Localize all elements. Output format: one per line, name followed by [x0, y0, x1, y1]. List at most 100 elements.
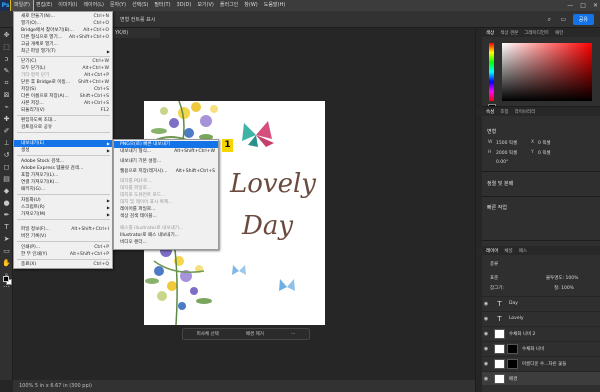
menu-item-import[interactable]: 가져오기(M) ▶ [14, 211, 112, 218]
menu-select[interactable]: 선택(S) [129, 0, 151, 11]
eye-icon[interactable]: ◉ [482, 301, 490, 307]
menu-item-new[interactable]: 새로 만들기(N)... Ctrl+N [14, 13, 112, 20]
menu-filter[interactable]: 필터(T) [151, 0, 173, 11]
stamp-tool-icon[interactable]: ⊥ [2, 139, 11, 148]
menu-item-exit[interactable]: 종료(X) Ctrl+Q [14, 261, 112, 268]
tab-patterns[interactable]: 패턴 [555, 30, 563, 36]
x-value[interactable]: 0 픽셀 [538, 140, 551, 146]
menu-item-invite-to-edit[interactable]: 편집하도록 초대... [14, 117, 112, 124]
menu-image[interactable]: 이미지(I) [55, 0, 80, 11]
angle-value[interactable]: 0.00° [496, 160, 508, 165]
tab-libraries[interactable]: 라이브러리 [515, 109, 536, 115]
menu-item-close-all[interactable]: 모두 닫기(L) Alt+Ctrl+W [14, 65, 112, 72]
menu-plugins[interactable]: 플러그인 [217, 0, 241, 11]
fill-field[interactable]: 칠: 100% [554, 285, 574, 291]
width-value[interactable]: 1500 픽셀 [496, 140, 517, 146]
menu-item-revert[interactable]: 되돌리기(V) F12 [14, 107, 112, 114]
menu-item-open-as[interactable]: 다른 형식으로 열기... Alt+Shift+Ctrl+O [14, 34, 112, 41]
menu-item-generate[interactable]: 생성 ▶ [14, 147, 112, 154]
menu-item-place-embedded[interactable]: 포함 가져오기(L)... [14, 172, 112, 179]
crop-tool-icon[interactable]: ⌗ [2, 79, 11, 88]
transform-section-title[interactable]: 변형 [487, 128, 496, 135]
menu-item-save-as[interactable]: 다른 이름으로 저장(A)... Shift+Ctrl+S [14, 93, 112, 100]
blend-mode-select[interactable]: 표준 [490, 275, 498, 281]
menu-item-place-linked[interactable]: 연결 가져오기(K)... [14, 179, 112, 186]
menu-item-open-recent[interactable]: 최근 파일 열기(T) ▶ [14, 48, 112, 55]
menu-item-close-go-bridge[interactable]: 닫은 후 Bridge로 이동... Shift+Ctrl+W [14, 79, 112, 86]
tab-layers[interactable]: 레이어 [486, 248, 498, 254]
menu-layer[interactable]: 레이어(L) [80, 0, 107, 11]
gradient-tool-icon[interactable]: ▤ [2, 175, 11, 184]
align-section-title[interactable]: 정렬 및 분배 [487, 180, 513, 187]
hand-tool-icon[interactable]: ✋ [2, 259, 11, 268]
share-button[interactable]: 공유 [572, 14, 594, 25]
menu-item-search-adobe-stock[interactable]: Adobe Stock 검색... [14, 158, 112, 165]
opacity-field[interactable]: 불투명도: 100% [546, 275, 578, 281]
hue-slider[interactable] [489, 43, 494, 101]
menu-edit[interactable]: 편집(E) [33, 0, 55, 11]
frame-tool-icon[interactable]: ⊠ [2, 91, 11, 100]
height-value[interactable]: 2000 픽셀 [496, 150, 517, 156]
menu-item-file-info[interactable]: 파일 정보(F)... Alt+Shift+Ctrl+I [14, 226, 112, 233]
y-value[interactable]: 0 픽셀 [538, 150, 551, 156]
menu-item-browse-bridge[interactable]: Bridge에서 찾아보기(B)... Alt+Ctrl+O [14, 27, 112, 34]
tab-adjustments[interactable]: 조정 [500, 109, 508, 115]
pen-tool-icon[interactable]: ✒ [2, 211, 11, 220]
layer-filter-select[interactable]: 종류 [490, 261, 498, 267]
more-options-icon[interactable]: ··· [291, 332, 295, 337]
maximize-icon[interactable]: □ [580, 2, 586, 9]
menu-item-open-smart-object[interactable]: 고급 개체로 열기... [14, 41, 112, 48]
tab-paths[interactable]: 패스 [519, 248, 527, 254]
eraser-tool-icon[interactable]: ◻ [2, 163, 11, 172]
menu-view[interactable]: 보기(V) [194, 0, 217, 11]
minimize-icon[interactable]: — [567, 2, 573, 9]
layer-name[interactable]: 수채화 나비 2 [509, 331, 535, 337]
submenu-item-save-for-web[interactable]: 웹용으로 저장(레거시)... Alt+Shift+Ctrl+S [114, 168, 218, 175]
eyedropper-tool-icon[interactable]: ⌁ [2, 103, 11, 112]
select-subject-button[interactable]: 피사체 선택 [197, 331, 219, 337]
show-transform-controls-label[interactable]: 변형 컨트롤 표시 [120, 16, 155, 23]
layer-row[interactable]: ◉ 배경 [482, 371, 600, 385]
history-brush-icon[interactable]: ↺ [2, 151, 11, 160]
layer-name[interactable]: 수채화 나비 [522, 346, 544, 352]
menu-item-automate[interactable]: 자동화(U) ▶ [14, 197, 112, 204]
brush-tool-icon[interactable]: ✐ [2, 127, 11, 136]
menu-item-version-history[interactable]: 버전 기록(V) [14, 233, 112, 240]
submenu-item-export-preferences[interactable]: 내보내기 기본 설정... [114, 158, 218, 165]
layer-row[interactable]: ◉ 수채화 나비 [482, 341, 600, 355]
close-icon[interactable]: ✕ [593, 2, 598, 9]
workspace-icon[interactable]: ▭ [559, 15, 568, 24]
menu-item-package[interactable]: 패키지(G)... [14, 186, 112, 193]
tab-properties[interactable]: 속성 [486, 109, 494, 115]
submenu-item-paths-to-illustrator[interactable]: Illustrator로 패스 내보내기... [114, 232, 218, 239]
submenu-item-export-as[interactable]: 내보내기 형식... Alt+Shift+Ctrl+W [114, 148, 218, 155]
search-icon[interactable]: ⌕ [545, 15, 554, 24]
tab-gradients[interactable]: 그레이디언트 [524, 30, 549, 36]
menu-item-save-copy[interactable]: 사본 저장... Alt+Ctrl+S [14, 100, 112, 107]
type-tool-icon[interactable]: T [2, 223, 11, 232]
layer-row[interactable]: ◉ T Day [482, 296, 600, 310]
layer-mask-thumbnail[interactable] [507, 358, 518, 369]
layer-row[interactable]: ◉ T Lovely [482, 311, 600, 325]
menu-item-share-for-review[interactable]: 검토용으로 공유 [14, 124, 112, 131]
dodge-tool-icon[interactable]: ● [2, 199, 11, 208]
eye-icon[interactable]: ◉ [482, 346, 490, 352]
remove-background-button[interactable]: 배경 제거 [246, 331, 264, 337]
color-picker-field[interactable] [502, 43, 592, 101]
menu-file[interactable]: 파일(F) [10, 0, 34, 12]
submenu-item-layers-to-files[interactable]: 레이어를 파일로... [114, 206, 218, 213]
path-select-tool-icon[interactable]: ➤ [2, 235, 11, 244]
menu-type[interactable]: 문자(Y) [107, 0, 129, 11]
marquee-tool-icon[interactable]: ⬚ [2, 43, 11, 52]
submenu-item-quick-export-png[interactable]: PNG으(로) 빠른 내보내기 [114, 141, 218, 148]
menu-item-open[interactable]: 열기(O)... Ctrl+O [14, 20, 112, 27]
eye-icon[interactable]: ◉ [482, 331, 490, 337]
tab-swatches[interactable]: 색상 견본 [500, 30, 518, 36]
lasso-tool-icon[interactable]: ↄ [2, 55, 11, 64]
layer-name[interactable]: Day [509, 301, 518, 306]
eye-icon[interactable]: ◉ [482, 316, 490, 322]
eye-icon[interactable]: ◉ [482, 361, 490, 367]
menu-item-close[interactable]: 닫기(C) Ctrl+W [14, 58, 112, 65]
quick-actions-title[interactable]: 빠른 작업 [487, 204, 507, 211]
layer-name[interactable]: 배경 [509, 376, 517, 382]
